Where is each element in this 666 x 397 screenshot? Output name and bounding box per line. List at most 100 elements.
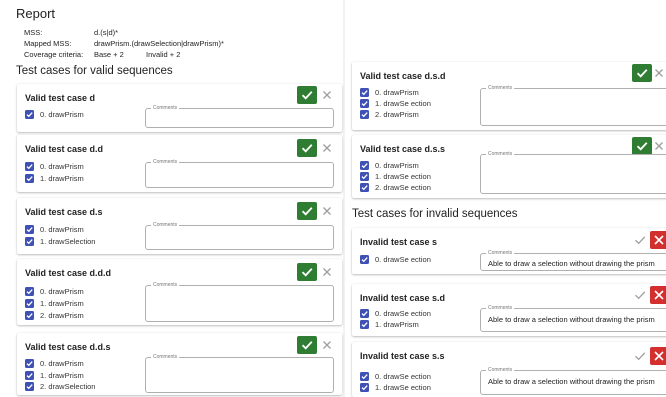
step-checkbox[interactable] (360, 320, 369, 329)
step-label: 0. drawPrism (40, 110, 84, 119)
step-checkbox[interactable] (360, 88, 369, 97)
comments-label: Comments (151, 353, 180, 361)
accept-button[interactable] (297, 336, 317, 354)
coverage-label: Coverage criteria: (24, 50, 84, 59)
reject-button[interactable] (651, 137, 666, 155)
step-checkbox[interactable] (360, 110, 369, 119)
test-case-title: Valid test case d.s.s (360, 144, 446, 154)
step-checkbox[interactable] (25, 287, 34, 296)
step-label: 2. drawPrism (40, 311, 84, 320)
step-checkbox[interactable] (360, 383, 369, 392)
coverage-base: Base + 2 (94, 50, 124, 59)
step-label: 1. drawSe ection (375, 383, 431, 392)
comments-field[interactable]: Comments Able to draw a selection withou… (480, 366, 666, 395)
reject-button[interactable] (319, 86, 335, 104)
accept-button[interactable] (297, 139, 317, 157)
accept-button[interactable] (632, 64, 652, 82)
reject-button[interactable] (650, 231, 666, 249)
comments-field[interactable]: Comments (145, 353, 334, 393)
comments-field[interactable]: Comments Able to draw a selection withou… (480, 304, 666, 332)
column-divider (343, 0, 345, 397)
test-case-title: Valid test case d.d (25, 144, 104, 154)
accept-button[interactable] (630, 347, 650, 365)
test-case-title: Valid test case d.s (25, 207, 103, 217)
comments-label: Comments (151, 158, 180, 166)
step-label: 2. drawPrism (375, 110, 419, 119)
step-label: 0. drawPrism (375, 161, 419, 170)
accept-button[interactable] (297, 263, 317, 281)
step-label: 0. drawSe ection (375, 372, 431, 381)
comments-field[interactable]: Comments (145, 281, 334, 322)
step-label: 2. drawSelection (40, 382, 96, 391)
accept-button[interactable] (632, 137, 652, 155)
reject-button[interactable] (319, 139, 335, 157)
invalid-section-title: Test cases for invalid sequences (352, 208, 518, 220)
step-checkbox[interactable] (360, 309, 369, 318)
comments-field[interactable]: Comments Able to draw a selection withou… (480, 249, 666, 271)
step-checkbox[interactable] (25, 110, 34, 119)
reject-button[interactable] (650, 347, 666, 365)
test-case-card: Invalid test case s 0. drawSe ection Com… (352, 228, 666, 274)
reject-button[interactable] (319, 202, 335, 220)
comments-field[interactable]: Comments (145, 158, 334, 188)
comments-label: Comments (486, 249, 515, 257)
comments-label: Comments (151, 104, 180, 112)
step-checkbox[interactable] (360, 372, 369, 381)
test-case-title: Valid test case d.s.d (360, 71, 446, 81)
step-checkbox[interactable] (25, 225, 34, 234)
test-case-title: Valid test case d.d.s (25, 342, 111, 352)
comments-field[interactable]: Comments (480, 84, 666, 126)
test-case-card: Valid test case d.s 0. drawPrism 1. draw… (17, 198, 342, 254)
reject-button[interactable] (650, 286, 666, 304)
step-label: 0. drawSe ection (375, 255, 431, 264)
test-case-title: Invalid test case s (360, 237, 438, 247)
step-checkbox[interactable] (25, 311, 34, 320)
accept-button[interactable] (630, 286, 650, 304)
comments-label: Comments (486, 366, 515, 374)
step-checkbox[interactable] (360, 172, 369, 181)
step-checkbox[interactable] (360, 161, 369, 170)
step-checkbox[interactable] (25, 299, 34, 308)
step-checkbox[interactable] (360, 183, 369, 192)
step-checkbox[interactable] (25, 382, 34, 391)
step-label: 0. drawPrism (375, 88, 419, 97)
step-label: 1. drawPrism (375, 320, 419, 329)
step-label: 1. drawSelection (40, 237, 96, 246)
step-label: 0. drawPrism (40, 162, 84, 171)
step-checkbox[interactable] (25, 371, 34, 380)
reject-button[interactable] (319, 336, 335, 354)
comment-text: Able to draw a selection without drawing… (488, 259, 655, 268)
step-label: 1. drawSe ection (375, 172, 431, 181)
step-label: 0. drawPrism (40, 225, 84, 234)
comment-text: Able to draw a selection without drawing… (488, 377, 655, 386)
step-checkbox[interactable] (360, 99, 369, 108)
step-label: 1. drawPrism (40, 174, 84, 183)
step-checkbox[interactable] (25, 162, 34, 171)
comments-field[interactable]: Comments (480, 150, 666, 194)
comments-label: Comments (486, 84, 515, 92)
accept-button[interactable] (297, 86, 317, 104)
mapped-mss-value: drawPrism.(drawSelection|drawPrism)* (94, 39, 224, 48)
accept-button[interactable] (297, 202, 317, 220)
mss-value: d.(s|d)* (94, 28, 119, 37)
test-case-title: Valid test case d (25, 93, 96, 103)
step-checkbox[interactable] (25, 174, 34, 183)
test-case-title: Valid test case d.d.d (25, 268, 112, 278)
test-case-card: Invalid test case s.d 0. drawSe ection 1… (352, 284, 666, 336)
reject-button[interactable] (651, 64, 666, 82)
accept-button[interactable] (630, 231, 650, 249)
step-checkbox[interactable] (360, 255, 369, 264)
step-checkbox[interactable] (25, 359, 34, 368)
comments-field[interactable]: Comments (145, 104, 334, 128)
comments-label: Comments (151, 281, 180, 289)
comments-label: Comments (486, 304, 515, 312)
test-case-card: Valid test case d.d.s 0. drawPrism 1. dr… (17, 333, 342, 395)
valid-section-title: Test cases for valid sequences (16, 65, 173, 77)
reject-button[interactable] (319, 263, 335, 281)
test-case-card: Invalid test case s.s 0. drawSe ection 1… (352, 342, 666, 397)
step-checkbox[interactable] (25, 237, 34, 246)
test-case-card: Valid test case d.s.d 0. drawPrism 1. dr… (352, 62, 666, 130)
comments-field[interactable]: Comments (145, 221, 334, 250)
report-title: Report (16, 6, 56, 21)
test-case-title: Invalid test case s.d (360, 293, 446, 303)
